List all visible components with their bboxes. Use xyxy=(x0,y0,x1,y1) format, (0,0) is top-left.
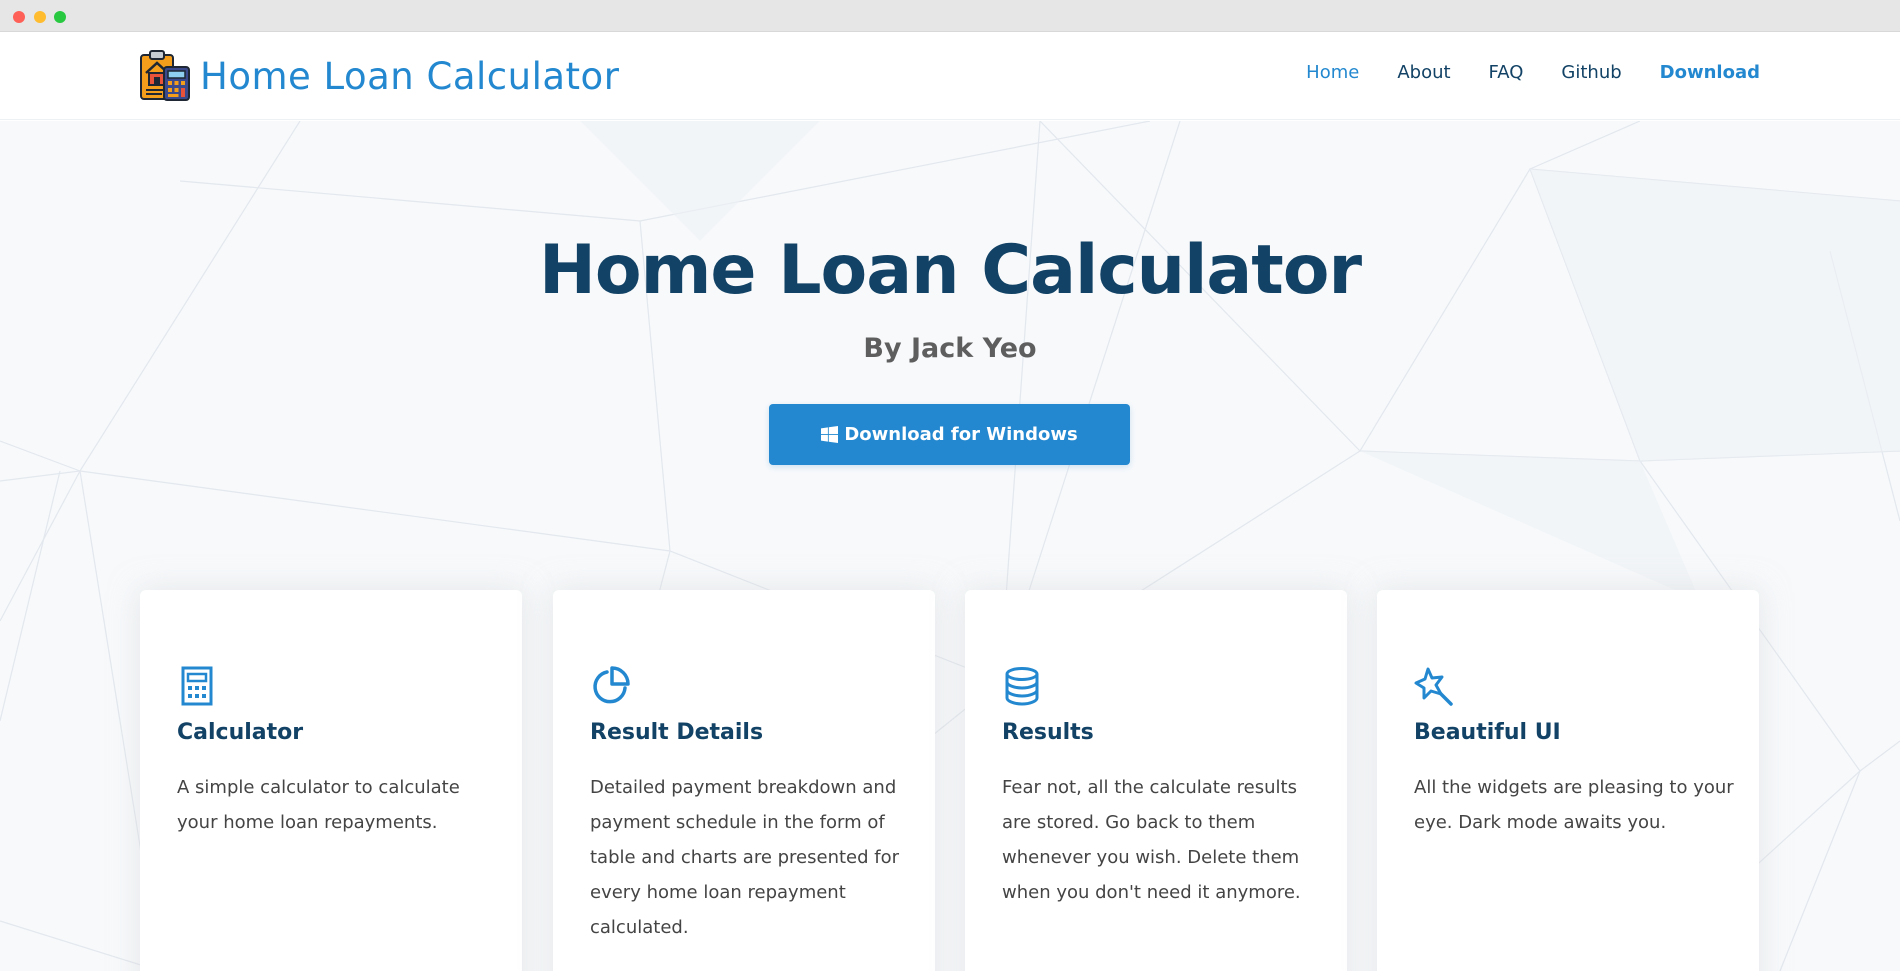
feature-title: Result Details xyxy=(590,720,764,745)
main-nav: Home About FAQ Github Download xyxy=(1306,62,1760,83)
database-icon xyxy=(1005,667,1039,706)
feature-text: All the widgets are pleasing to your eye… xyxy=(1414,777,1734,833)
feature-text: A simple calculator to calculate your ho… xyxy=(177,777,460,833)
magic-wand-icon xyxy=(1414,667,1453,706)
browser-titlebar xyxy=(0,0,1900,32)
feature-card-beautiful-ui: Beautiful UI All the widgets are pleasin… xyxy=(1377,590,1759,971)
brand-link[interactable]: Home Loan Calculator xyxy=(138,48,619,104)
nav-faq[interactable]: FAQ xyxy=(1489,62,1524,83)
feature-title: Results xyxy=(1002,720,1094,745)
feature-title: Calculator xyxy=(177,720,304,745)
feature-card-calculator: Calculator A simple calculator to calcul… xyxy=(140,590,522,971)
hero-subtitle: By Jack Yeo xyxy=(863,333,1037,364)
nav-github[interactable]: Github xyxy=(1561,62,1621,83)
feature-card-result-details: Result Details Detailed payment breakdow… xyxy=(553,590,935,971)
feature-title: Beautiful UI xyxy=(1414,720,1561,745)
feature-text: Detailed payment breakdown and payment s… xyxy=(590,777,900,938)
download-windows-label: Download for Windows xyxy=(844,424,1078,445)
nav-about[interactable]: About xyxy=(1397,62,1450,83)
minimize-window-button[interactable] xyxy=(34,11,46,23)
windows-icon xyxy=(821,426,839,443)
calculator-icon xyxy=(181,666,213,706)
close-window-button[interactable] xyxy=(13,11,25,23)
nav-home[interactable]: Home xyxy=(1306,62,1359,83)
pie-chart-icon xyxy=(593,666,630,704)
feature-card-results: Results Fear not, all the calculate resu… xyxy=(965,590,1347,971)
download-windows-button[interactable]: Download for Windows xyxy=(769,404,1130,465)
hero-title: Home Loan Calculator xyxy=(538,231,1362,310)
nav-download[interactable]: Download xyxy=(1660,62,1760,83)
feature-text: Fear not, all the calculate results are … xyxy=(1002,777,1301,903)
maximize-window-button[interactable] xyxy=(54,11,66,23)
hero-section: Home Loan Calculator By Jack Yeo Downloa… xyxy=(0,121,1900,971)
brand-name: Home Loan Calculator xyxy=(200,54,620,98)
site-header: Home Loan Calculator Home About FAQ Gith… xyxy=(0,32,1900,120)
house-calculator-icon xyxy=(140,50,190,101)
